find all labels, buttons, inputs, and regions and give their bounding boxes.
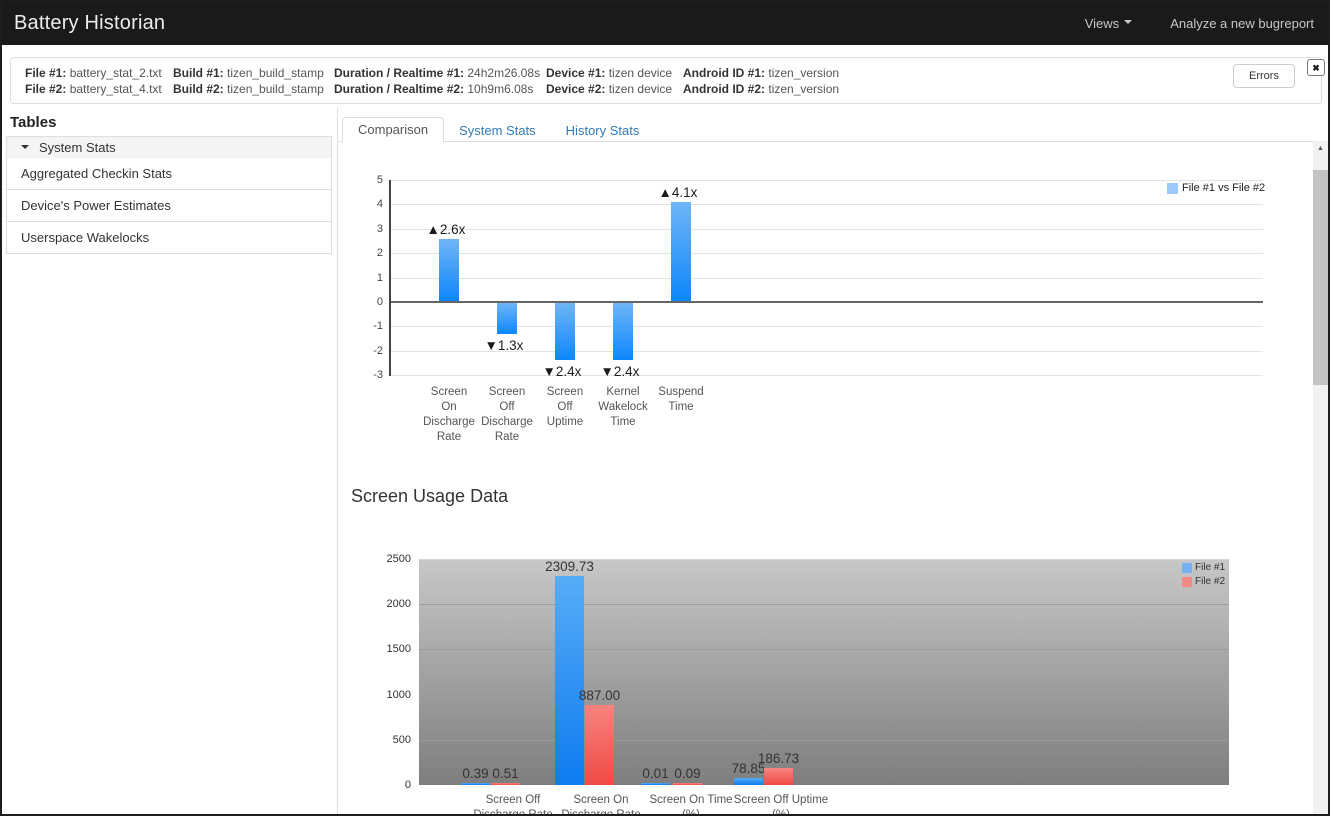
battery-historian-app: Battery Historian Views Analyze a new bu…	[0, 0, 1330, 816]
legend-label-file1: File #1	[1195, 562, 1225, 573]
bar-kernel-wakelock-time[interactable]	[613, 303, 633, 361]
x-axis-category-label: SuspendTime	[639, 385, 723, 415]
y-axis-tick: -2	[343, 345, 383, 357]
bar-value-label: 186.73	[737, 751, 821, 766]
android-id-info: Android ID #1: tizen_version Android ID …	[683, 65, 839, 97]
y-axis-tick: 4	[343, 198, 383, 210]
file2-label: File #2:	[25, 82, 66, 96]
y-axis-tick: 1	[343, 272, 383, 284]
section-title-screen-usage: Screen Usage Data	[351, 486, 508, 507]
bar-file-1-screen-on-time-[interactable]	[641, 783, 670, 785]
y-axis-tick: -3	[343, 369, 383, 381]
y-axis-tick: 500	[363, 734, 411, 746]
bar-value-label: ▼2.4x	[582, 364, 658, 379]
bar-file-1-screen-on-discharge-rate[interactable]	[555, 576, 584, 785]
sidebar-item-devices-power-estimates[interactable]: Device's Power Estimates	[6, 190, 332, 222]
close-icon[interactable]: ✖	[1307, 59, 1325, 76]
file-info: File #1: battery_stat_2.txt File #2: bat…	[25, 65, 162, 97]
scrollbar[interactable]: ▲	[1313, 141, 1328, 814]
accordion-system-stats[interactable]: System Stats	[6, 136, 332, 159]
gridline	[419, 604, 1229, 605]
gridline	[391, 253, 1263, 254]
sidebar-item-userspace-wakelocks[interactable]: Userspace Wakelocks	[6, 222, 332, 254]
x-axis-category-label: Screen Off Uptime(%)	[716, 793, 846, 814]
y-axis-tick: 2000	[363, 598, 411, 610]
legend-label-file2: File #2	[1195, 576, 1225, 587]
analyze-new-bugreport-link[interactable]: Analyze a new bugreport	[1170, 16, 1314, 31]
scroll-up-arrow[interactable]: ▲	[1313, 141, 1328, 157]
y-axis-line	[389, 180, 391, 376]
bar-value-label: ▼1.3x	[466, 338, 542, 353]
bar-suspend-time[interactable]	[671, 202, 691, 301]
bar-value-label: 0.09	[646, 766, 730, 781]
bar-value-label: 2309.73	[528, 559, 612, 574]
tab-bar: Comparison System Stats History Stats	[338, 118, 1314, 142]
bar-file-2-screen-off-discharge-rate[interactable]	[491, 783, 520, 785]
y-axis-tick: -1	[343, 320, 383, 332]
file1-value: battery_stat_2.txt	[70, 66, 162, 80]
bar-screen-off-discharge-rate[interactable]	[497, 303, 517, 334]
bar-file-2-screen-off-uptime-[interactable]	[764, 768, 793, 785]
accordion-label: System Stats	[39, 140, 116, 155]
bar-value-label: ▲4.1x	[640, 185, 716, 200]
bar-file-1-screen-off-uptime-[interactable]	[734, 778, 763, 785]
bar-file-1-screen-off-discharge-rate[interactable]	[461, 783, 490, 785]
y-axis-tick: 0	[343, 296, 383, 308]
gridline	[391, 204, 1263, 205]
tab-history-stats[interactable]: History Stats	[551, 119, 655, 142]
screen-usage-legend: File #1 File #2	[1182, 562, 1225, 590]
gridline	[391, 180, 1263, 181]
comparison-chart: 543210-1-2-3▲2.6xScreenOnDischargeRate▼1…	[391, 180, 1263, 375]
bar-value-label: ▲2.6x	[408, 222, 484, 237]
bar-screen-off-uptime[interactable]	[555, 303, 575, 361]
bar-value-label: 0.51	[464, 766, 548, 781]
legend-swatch-file1	[1182, 563, 1192, 573]
y-axis-tick: 1000	[363, 689, 411, 701]
tab-system-stats[interactable]: System Stats	[444, 119, 551, 142]
plot-background	[419, 559, 1229, 785]
errors-button[interactable]: Errors	[1233, 64, 1295, 88]
device-info: Device #1: tizen device Device #2: tizen…	[546, 65, 672, 97]
gridline	[391, 326, 1263, 327]
y-axis-tick: 3	[343, 223, 383, 235]
bar-file-2-screen-on-discharge-rate[interactable]	[585, 705, 614, 785]
scrollbar-thumb[interactable]	[1313, 170, 1328, 385]
y-axis-tick: 2500	[363, 553, 411, 565]
bugreport-info-panel: File #1: battery_stat_2.txt File #2: bat…	[10, 57, 1322, 104]
sidebar-item-aggregated-checkin-stats[interactable]: Aggregated Checkin Stats	[6, 158, 332, 190]
main-panel: Comparison System Stats History Stats Fi…	[337, 108, 1328, 814]
caret-down-icon	[1124, 20, 1132, 28]
screen-usage-chart: File #1 File #2 250020001500100050000.39…	[419, 559, 1229, 785]
views-menu[interactable]: Views	[1085, 16, 1132, 31]
gridline	[419, 649, 1229, 650]
gridline	[419, 740, 1229, 741]
y-axis-tick: 0	[363, 779, 411, 791]
header-nav: Views Analyze a new bugreport	[1085, 16, 1314, 31]
y-axis-tick: 5	[343, 174, 383, 186]
build-info: Build #1: tizen_build_stamp Build #2: ti…	[173, 65, 324, 97]
gridline	[391, 229, 1263, 230]
bar-file-2-screen-on-time-[interactable]	[673, 783, 702, 785]
sidebar-title: Tables	[10, 114, 337, 131]
app-header: Battery Historian Views Analyze a new bu…	[2, 2, 1328, 45]
y-axis-tick: 2	[343, 247, 383, 259]
file2-value: battery_stat_4.txt	[70, 82, 162, 96]
y-axis-tick: 1500	[363, 643, 411, 655]
file1-label: File #1:	[25, 66, 66, 80]
zero-gridline	[391, 301, 1263, 303]
duration-info: Duration / Realtime #1: 24h2m26.08s Dura…	[334, 65, 540, 97]
gridline	[419, 695, 1229, 696]
gridline	[391, 278, 1263, 279]
app-title: Battery Historian	[14, 12, 165, 35]
legend-swatch-file2	[1182, 577, 1192, 587]
tables-sidebar: Tables System Stats Aggregated Checkin S…	[2, 108, 337, 814]
tab-comparison[interactable]: Comparison	[342, 117, 444, 142]
bar-screen-on-discharge-rate[interactable]	[439, 239, 459, 301]
gridline	[391, 375, 1263, 376]
bar-value-label: 887.00	[558, 688, 642, 703]
caret-down-icon	[21, 145, 29, 153]
